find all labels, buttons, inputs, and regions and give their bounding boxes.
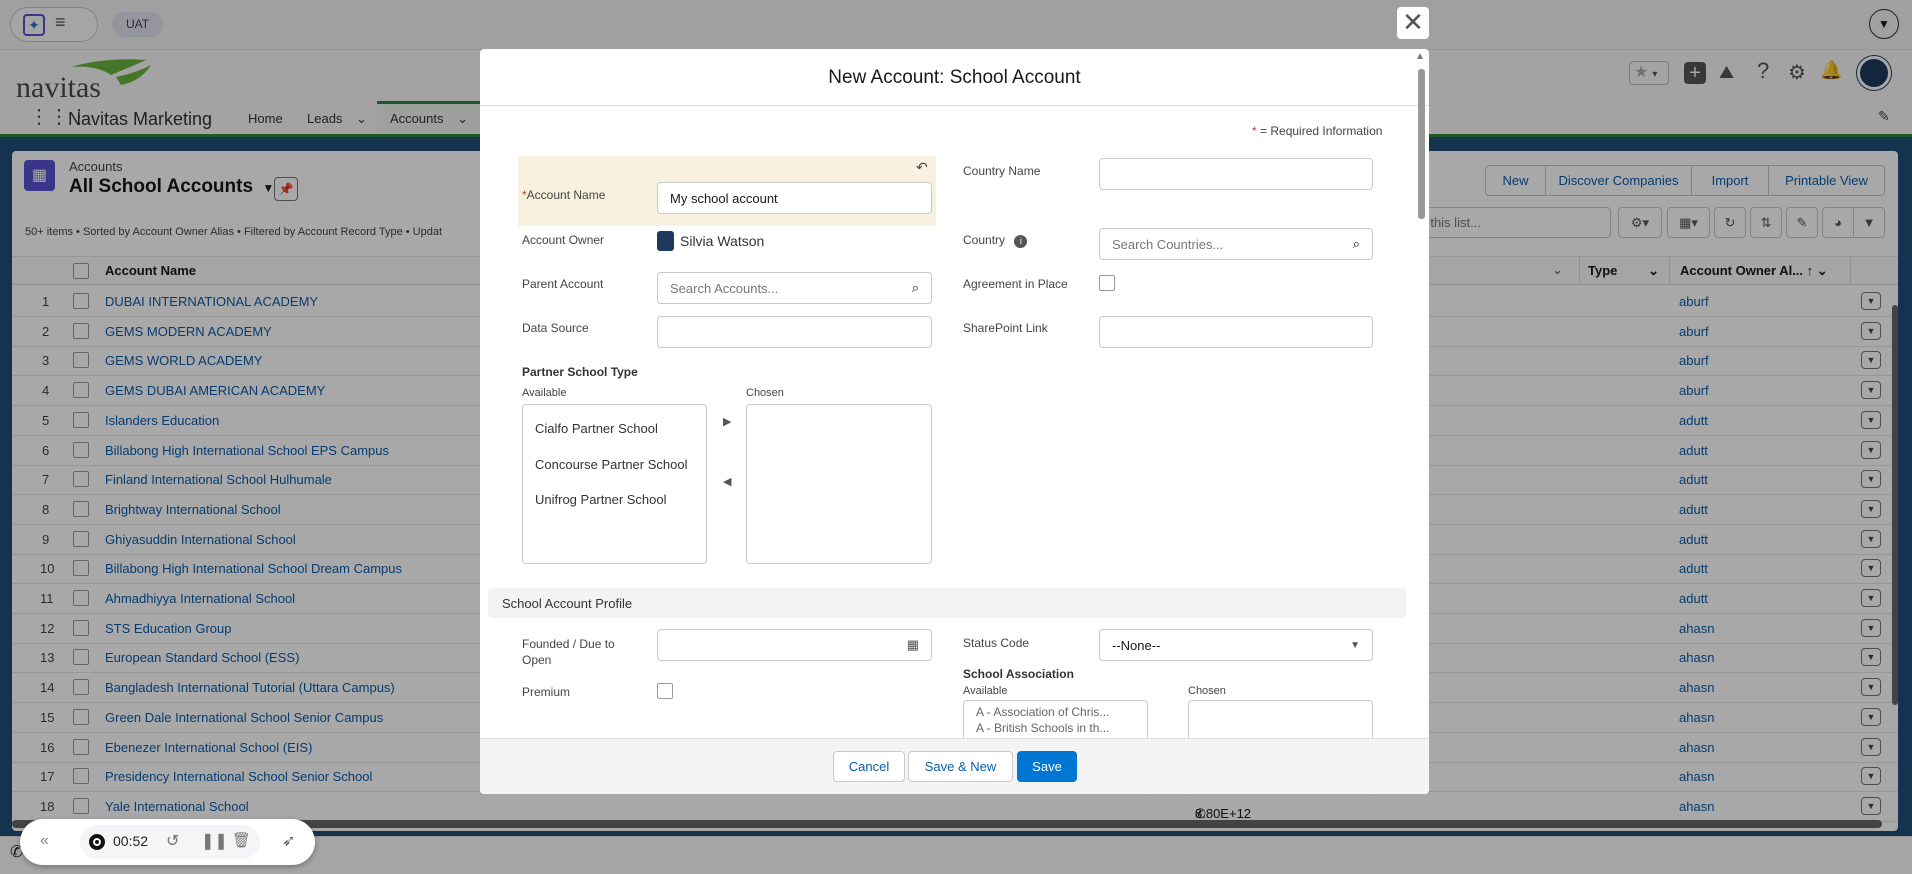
modal-scrollbar[interactable] bbox=[1418, 69, 1425, 219]
section-header[interactable]: School Account Profile bbox=[488, 588, 1406, 618]
country-search-input[interactable]: Search Countries... ⌕ bbox=[1099, 228, 1373, 260]
partner-available-list[interactable]: Cialfo Partner School Concourse Partner … bbox=[522, 404, 707, 564]
data-source-label: Data Source bbox=[522, 321, 589, 335]
screen-recorder-widget: « 00:52 ↺ ❚❚ 🗑 ➶ bbox=[20, 819, 315, 865]
move-left-icon[interactable]: ◀ bbox=[723, 475, 731, 488]
list-option[interactable]: Cialfo Partner School bbox=[535, 421, 658, 436]
data-source-input[interactable] bbox=[657, 316, 932, 348]
sharepoint-input[interactable] bbox=[1099, 316, 1373, 348]
search-icon: ⌕ bbox=[911, 280, 919, 295]
school-association-label: School Association bbox=[963, 667, 1074, 681]
status-code-select[interactable]: --None-- ▼ bbox=[1099, 629, 1373, 661]
calendar-icon[interactable]: ▦ bbox=[907, 637, 919, 653]
caret-down-icon: ▼ bbox=[1350, 639, 1360, 651]
search-icon: ⌕ bbox=[1352, 236, 1360, 251]
pause-icon[interactable]: ❚❚ bbox=[201, 831, 228, 851]
country-name-input[interactable] bbox=[1099, 158, 1373, 190]
account-name-input[interactable]: My school account bbox=[657, 182, 932, 214]
modal-title: New Account: School Account bbox=[828, 67, 1081, 88]
trash-icon[interactable]: 🗑 bbox=[232, 831, 251, 849]
info-icon[interactable]: i bbox=[1014, 235, 1028, 248]
stop-icon[interactable] bbox=[89, 834, 105, 850]
parent-account-input[interactable]: Search Accounts... ⌕ bbox=[657, 272, 932, 304]
save-button[interactable]: Save bbox=[1017, 751, 1077, 782]
owner-avatar bbox=[657, 231, 674, 251]
country-name-label: Country Name bbox=[963, 164, 1041, 178]
status-code-label: Status Code bbox=[963, 636, 1030, 650]
sharepoint-label: SharePoint Link bbox=[963, 321, 1048, 335]
recording-timer: 00:52 bbox=[113, 833, 149, 849]
collapse-icon[interactable]: « bbox=[40, 832, 49, 850]
restart-icon[interactable]: ↺ bbox=[166, 831, 179, 851]
modal-header-divider bbox=[480, 105, 1429, 106]
available-label: Available bbox=[522, 387, 567, 399]
founded-date-input[interactable]: ▦ bbox=[657, 629, 932, 661]
owner-label: Account Owner bbox=[522, 233, 605, 247]
cursor-icon[interactable]: ➶ bbox=[282, 831, 295, 851]
chosen-label: Chosen bbox=[746, 387, 784, 399]
agreement-label: Agreement in Place bbox=[963, 277, 1068, 291]
parent-account-label: Parent Account bbox=[522, 277, 604, 291]
partner-type-label: Partner School Type bbox=[522, 365, 638, 379]
new-account-modal: New Account: School Account ▲ * = Requir… bbox=[480, 49, 1429, 794]
undo-icon[interactable]: ↶ bbox=[916, 159, 928, 176]
founded-label: Founded / Due to Open bbox=[522, 637, 615, 667]
account-name-label: *Account Name bbox=[522, 188, 606, 202]
list-option[interactable]: Concourse Partner School bbox=[535, 457, 687, 472]
cancel-button[interactable]: Cancel bbox=[833, 751, 905, 782]
scroll-up-icon[interactable]: ▲ bbox=[1415, 51, 1425, 62]
agreement-checkbox[interactable] bbox=[1099, 275, 1115, 291]
close-modal-button[interactable]: ✕ bbox=[1397, 7, 1429, 39]
list-option[interactable]: A - Association of Chris... bbox=[976, 705, 1109, 719]
list-option[interactable]: A - British Schools in th... bbox=[976, 721, 1109, 735]
country-label: Country i bbox=[963, 233, 1028, 248]
premium-checkbox[interactable] bbox=[657, 683, 673, 699]
association-chosen-label: Chosen bbox=[1188, 685, 1226, 697]
required-info-note: * = Required Information bbox=[1252, 124, 1383, 138]
list-option[interactable]: Unifrog Partner School bbox=[535, 492, 667, 507]
save-and-new-button[interactable]: Save & New bbox=[908, 751, 1013, 782]
partner-chosen-list[interactable] bbox=[746, 404, 932, 564]
owner-value[interactable]: Silvia Watson bbox=[680, 233, 764, 249]
move-right-icon[interactable]: ▶ bbox=[723, 415, 731, 428]
association-available-label: Available bbox=[963, 685, 1008, 697]
premium-label: Premium bbox=[522, 685, 571, 699]
